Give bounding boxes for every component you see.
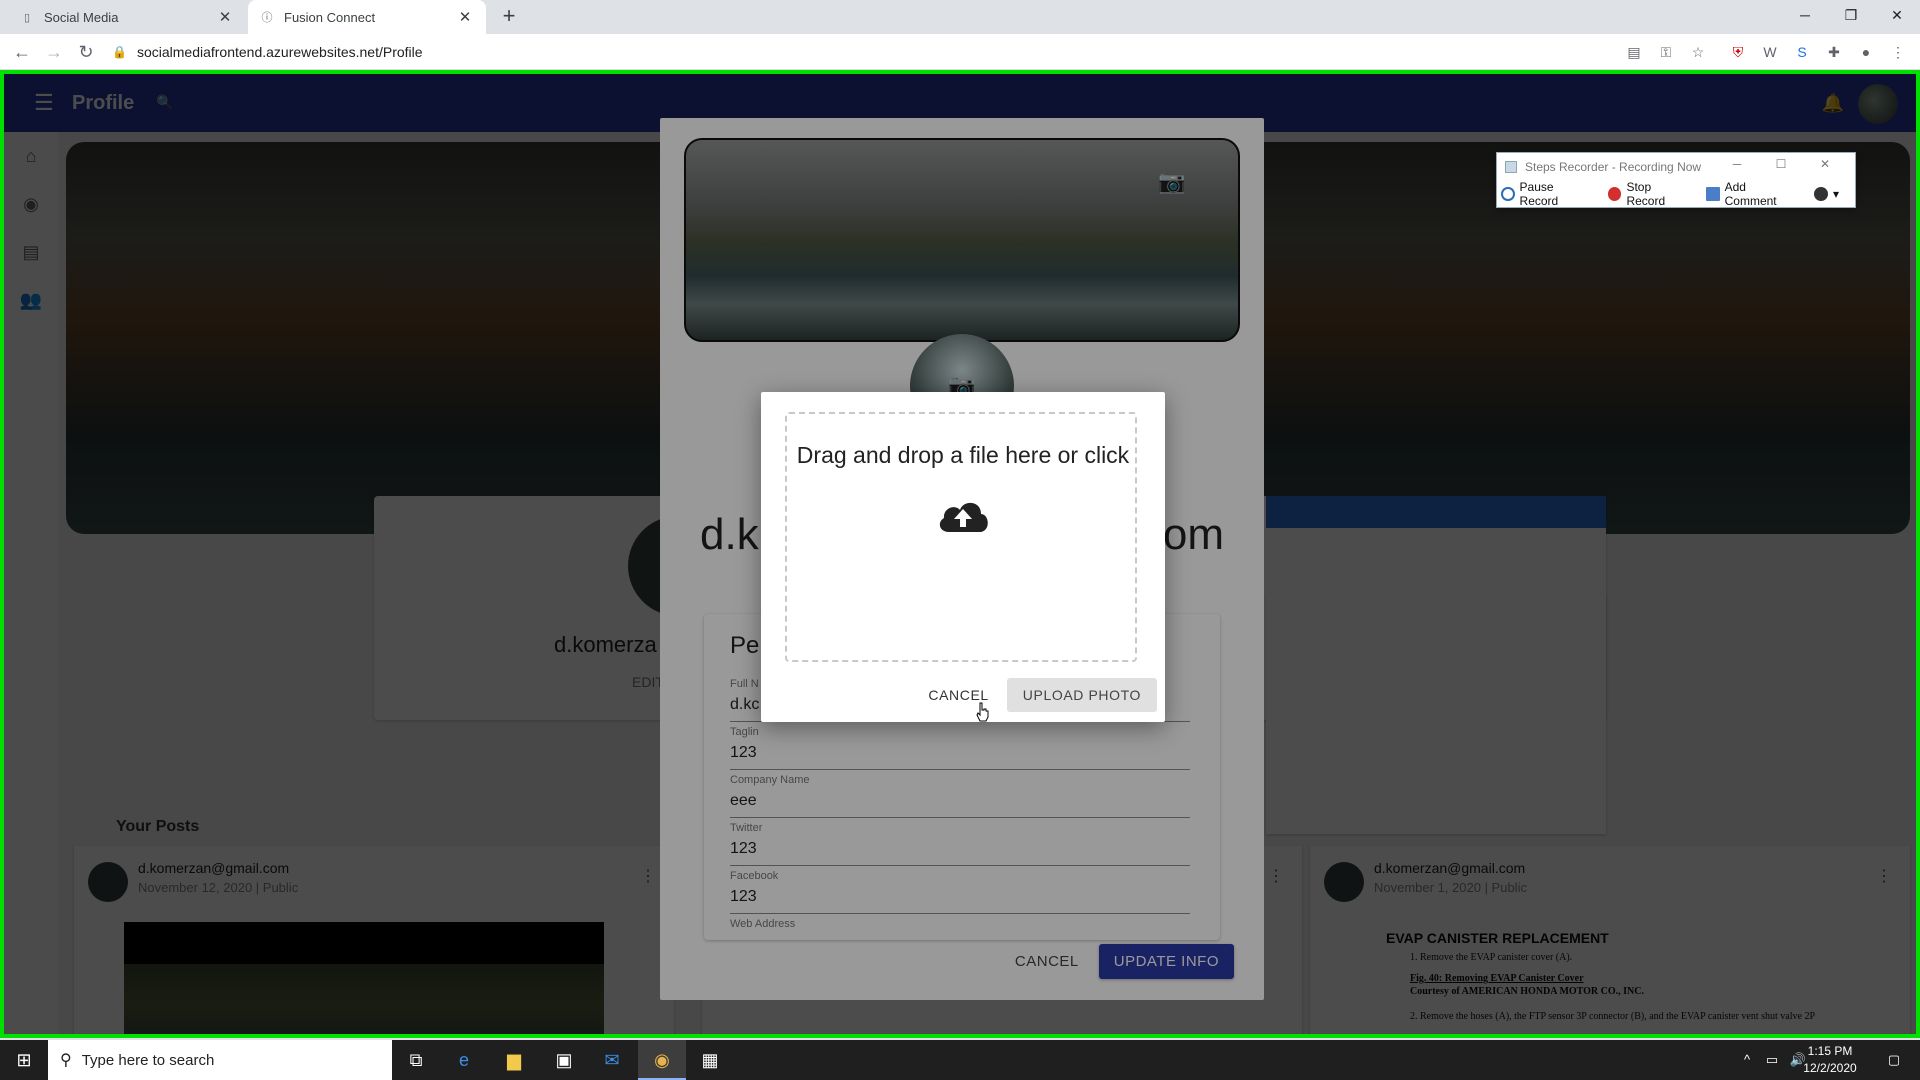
- page-viewport: ☰ Profile 🔍 🔔 ⌂ ◉ ▤ 👥 d.komerza EDIT You…: [0, 70, 1920, 1038]
- key-icon[interactable]: ⚿: [1656, 42, 1676, 62]
- upload-photo-button[interactable]: UPLOAD PHOTO: [1006, 678, 1157, 712]
- page-icon: ▯: [23, 11, 31, 24]
- store-icon[interactable]: ▣: [540, 1040, 588, 1080]
- restore-button[interactable]: ❐: [1828, 0, 1874, 30]
- translate-icon[interactable]: ▤: [1624, 42, 1644, 62]
- close-button[interactable]: ✕: [1803, 157, 1847, 171]
- pause-record-button[interactable]: Pause Record: [1501, 180, 1592, 208]
- add-comment-label: Add Comment: [1724, 180, 1777, 208]
- clock-date: 12/2/2020: [1803, 1061, 1857, 1075]
- upload-photo-dialog: Drag and drop a file here or click CANCE…: [761, 392, 1165, 722]
- stop-icon: [1608, 187, 1622, 201]
- hand-cursor-icon: [976, 702, 989, 722]
- taskbar-search[interactable]: ⚲ Type here to search: [48, 1040, 392, 1080]
- puzzle-extensions-icon[interactable]: ✚: [1824, 42, 1844, 62]
- minimize-button[interactable]: ─: [1715, 157, 1759, 171]
- kebab-menu-icon[interactable]: ⋮: [1888, 42, 1908, 62]
- info-icon: ⓘ: [261, 12, 273, 24]
- stop-record-button[interactable]: Stop Record: [1608, 180, 1690, 208]
- new-tab-button[interactable]: +: [496, 5, 522, 29]
- upload-dialog-actions: CANCEL UPLOAD PHOTO: [918, 678, 1157, 712]
- back-button[interactable]: ←: [10, 40, 34, 64]
- file-explorer-icon[interactable]: ▆: [490, 1040, 538, 1080]
- notifications-icon[interactable]: ▢: [1874, 1040, 1914, 1080]
- w-extension-icon[interactable]: W: [1760, 42, 1780, 62]
- dropzone-text: Drag and drop a file here or click: [796, 442, 1130, 468]
- tab-title: Fusion Connect: [284, 9, 376, 25]
- close-tab-icon[interactable]: ✕: [216, 8, 234, 26]
- minimize-button[interactable]: ─: [1782, 0, 1828, 30]
- mail-icon[interactable]: ✉: [588, 1040, 636, 1080]
- network-icon[interactable]: ▭: [1760, 1040, 1784, 1080]
- steps-recorder-title: Steps Recorder - Recording Now: [1525, 160, 1702, 174]
- reload-button[interactable]: ↻: [74, 40, 98, 64]
- file-dropzone[interactable]: Drag and drop a file here or click: [785, 412, 1137, 662]
- pause-icon: [1501, 187, 1515, 201]
- tab-fusion-connect[interactable]: ⓘ Fusion Connect ✕: [248, 0, 486, 34]
- task-view-icon[interactable]: ⧉: [392, 1040, 440, 1080]
- pause-record-label: Pause Record: [1519, 180, 1559, 208]
- url-text: socialmediafrontend.azurewebsites.net/Pr…: [136, 44, 423, 60]
- tray-chevron-icon[interactable]: ^: [1736, 1040, 1758, 1080]
- comment-icon: [1706, 187, 1720, 201]
- s-extension-icon[interactable]: S: [1792, 42, 1812, 62]
- taskbar-clock[interactable]: 1:15 PM 12/2/2020: [1790, 1043, 1870, 1077]
- clock-time: 1:15 PM: [1807, 1044, 1853, 1058]
- cloud-upload-icon: [939, 502, 988, 532]
- help-dropdown[interactable]: ▾: [1813, 187, 1839, 201]
- taskbar-search-placeholder: Type here to search: [81, 1051, 215, 1069]
- browser-toolbar: ← → ↻ 🔒 socialmediafrontend.azurewebsite…: [0, 34, 1920, 70]
- windows-taskbar: ⊞ ⚲ Type here to search ⧉ e ▆ ▣ ✉ ◉ ▦ ^ …: [0, 1040, 1920, 1080]
- tab-social-media[interactable]: ▯ Social Media ✕: [8, 0, 246, 34]
- maximize-button[interactable]: ☐: [1759, 157, 1803, 171]
- steps-recorder-window-controls: ─ ☐ ✕: [1715, 157, 1847, 171]
- windows-start-icon[interactable]: ⊞: [0, 1040, 48, 1080]
- lock-icon: 🔒: [112, 45, 127, 59]
- add-comment-button[interactable]: Add Comment: [1706, 180, 1798, 208]
- close-window-button[interactable]: ✕: [1874, 0, 1920, 30]
- stop-record-label: Stop Record: [1626, 180, 1666, 208]
- edge-icon[interactable]: e: [440, 1040, 488, 1080]
- help-icon: [1813, 187, 1828, 201]
- forward-button[interactable]: →: [42, 40, 66, 64]
- shield-extension-icon[interactable]: ⛨: [1728, 42, 1748, 62]
- steps-recorder-icon: [1505, 161, 1517, 173]
- search-icon: ⚲: [60, 1052, 72, 1069]
- close-tab-icon[interactable]: ✕: [456, 8, 474, 26]
- steps-recorder-window: Steps Recorder - Recording Now ─ ☐ ✕ Pau…: [1496, 152, 1856, 208]
- steps-recorder-toolbar: Pause Record Stop Record Add Comment ▾: [1497, 180, 1855, 208]
- steps-recorder-taskbar-icon[interactable]: ▦: [686, 1040, 734, 1080]
- bookmark-star-icon[interactable]: ☆: [1688, 42, 1708, 62]
- chrome-icon[interactable]: ◉: [638, 1040, 686, 1080]
- account-icon[interactable]: ●: [1856, 42, 1876, 62]
- tab-title: Social Media: [44, 9, 119, 25]
- browser-tabstrip: ▯ Social Media ✕ ⓘ Fusion Connect ✕ + ─ …: [0, 0, 1920, 34]
- address-bar[interactable]: 🔒 socialmediafrontend.azurewebsites.net/…: [112, 39, 1612, 65]
